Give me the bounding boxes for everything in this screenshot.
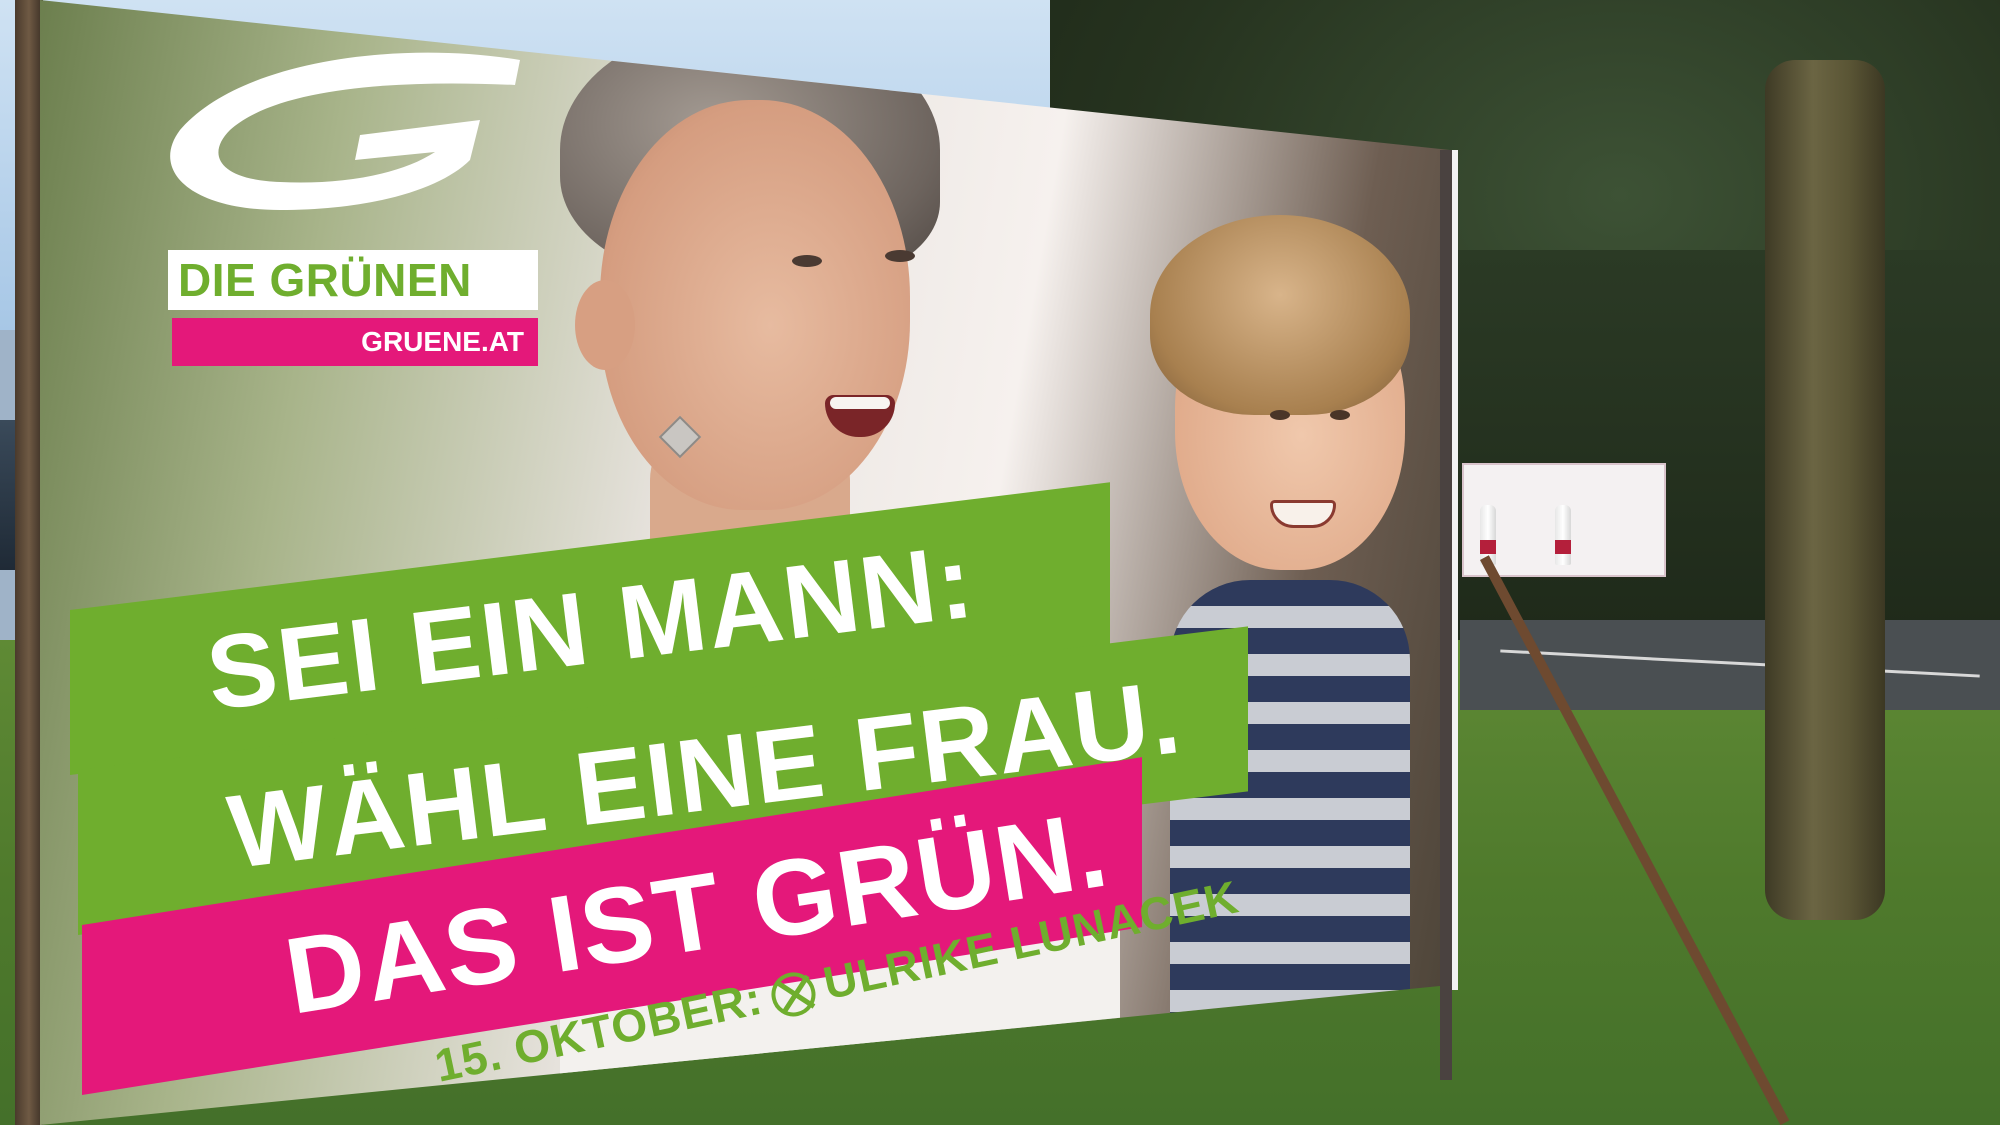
woman-face (600, 100, 910, 510)
bottle-image (1555, 505, 1571, 565)
woman-ear (575, 280, 635, 370)
tree-trunk (1765, 60, 1885, 920)
woman-eye (792, 255, 822, 267)
woman-teeth (830, 397, 890, 409)
billboard-post (1440, 150, 1452, 1080)
woman-eye (885, 250, 915, 262)
child-eye (1330, 410, 1350, 420)
ballot-cross-mark-icon (767, 968, 820, 1021)
bottle-label (1480, 540, 1496, 554)
gruene-g-logo-icon (170, 52, 521, 210)
bottle-label (1555, 540, 1571, 554)
billboard-pole-left (15, 0, 43, 1125)
brand-name: DIE GRÜNEN (168, 250, 538, 310)
brand-url: GRUENE.AT (172, 318, 538, 366)
child-eye (1270, 410, 1290, 420)
child-hair (1150, 215, 1410, 415)
